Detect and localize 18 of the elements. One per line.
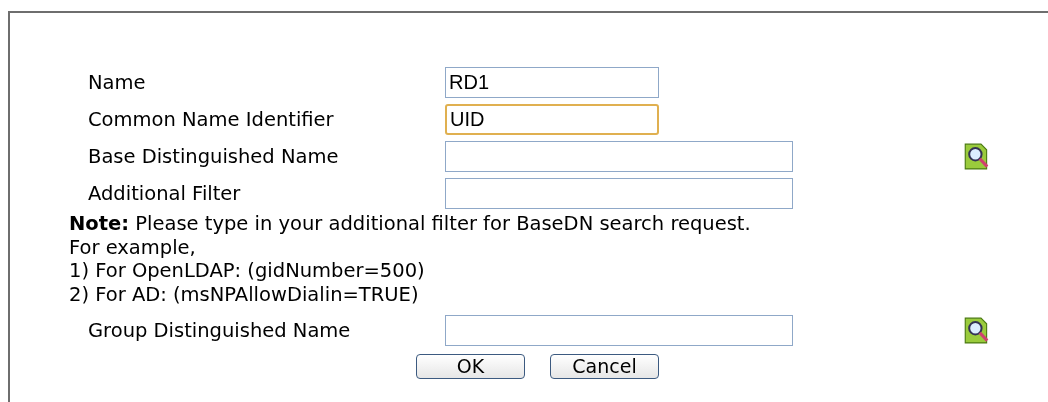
field-label: Base Distinguished Name: [87, 145, 340, 168]
search-icon[interactable]: [964, 143, 989, 170]
field-label: Additional Filter: [87, 182, 242, 205]
search-icon[interactable]: [964, 317, 989, 344]
text-field[interactable]: [445, 178, 793, 209]
note-text: 1) For OpenLDAP: (gidNumber=500): [69, 259, 426, 283]
text-field[interactable]: UID: [445, 104, 659, 135]
text-field[interactable]: RD1: [445, 67, 659, 98]
text-field[interactable]: [445, 141, 793, 172]
field-label: Common Name Identifier: [87, 108, 335, 131]
note-text: For example,: [69, 235, 197, 259]
field-label: Name: [87, 71, 147, 94]
ok-button[interactable]: OK: [416, 354, 525, 379]
cancel-button[interactable]: Cancel: [550, 354, 659, 379]
field-label: Group Distinguished Name: [87, 319, 352, 342]
text-field[interactable]: [445, 315, 793, 346]
note-text: Note: Please type in your additional filter for BaseDN search request.: [69, 212, 752, 236]
note-text: 2) For AD: (msNPAllowDialin=TRUE): [69, 282, 420, 306]
